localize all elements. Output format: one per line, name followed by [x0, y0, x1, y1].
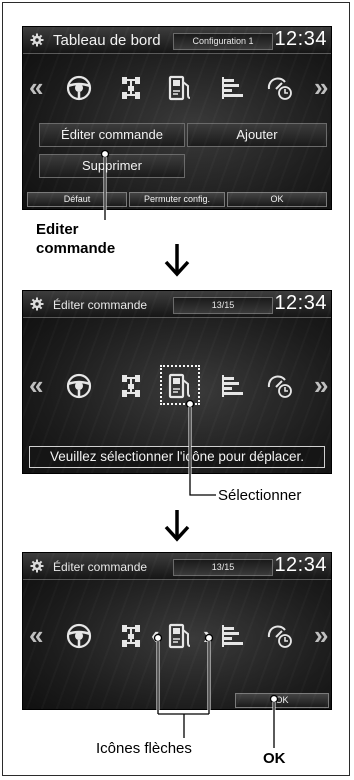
clock: 12:34 — [274, 28, 327, 50]
title-bar: Éditer commande 13/15 12:34 — [23, 291, 331, 318]
drivetrain-icon[interactable] — [117, 622, 145, 650]
bar-graph-icon[interactable] — [219, 372, 247, 400]
callout-arrow-icons: Icônes flèches — [96, 740, 192, 757]
callout-select: Sélectionner — [218, 487, 302, 504]
move-right-arrow-icon[interactable]: › — [203, 622, 212, 648]
speed-clock-icon[interactable] — [266, 622, 294, 650]
drivetrain-icon[interactable] — [117, 74, 145, 102]
steering-icon[interactable] — [65, 372, 93, 400]
title-bar: Éditer commande 13/15 12:34 — [23, 553, 331, 580]
ok-button[interactable]: OK — [227, 192, 327, 207]
delete-button[interactable]: Supprimer — [39, 154, 185, 178]
screen-title: Éditer commande — [53, 560, 148, 574]
speed-clock-icon[interactable] — [266, 372, 294, 400]
default-button[interactable]: Défaut — [27, 192, 127, 207]
bar-graph-icon[interactable] — [219, 622, 247, 650]
page-counter: 13/15 — [173, 559, 273, 576]
scroll-right-arrow-icon[interactable]: » — [314, 372, 328, 398]
callout-edit-command: Editer commande — [36, 220, 115, 258]
callout-ok: OK — [263, 750, 286, 767]
screen-title: Tableau de bord — [53, 32, 161, 49]
steering-icon[interactable] — [65, 622, 93, 650]
scroll-left-arrow-icon[interactable]: « — [29, 622, 43, 648]
callout-edit-line1: Editer — [36, 221, 79, 238]
gear-icon[interactable] — [30, 33, 44, 47]
screen-dashboard: Tableau de bord Configuration 1 12:34 « … — [22, 26, 332, 210]
fuel-pump-icon[interactable] — [166, 372, 194, 400]
edit-command-button[interactable]: Éditer commande — [39, 123, 185, 147]
icon-row: « ‹ › » — [23, 617, 331, 657]
screen-edit-select: Éditer commande 13/15 12:34 « » Veuillez… — [22, 290, 332, 474]
fuel-pump-icon[interactable] — [166, 622, 194, 650]
speed-clock-icon[interactable] — [266, 74, 294, 102]
steering-icon[interactable] — [65, 74, 93, 102]
screen-title: Éditer commande — [53, 298, 148, 312]
move-left-arrow-icon[interactable]: ‹ — [151, 622, 160, 648]
screen-edit-move: Éditer commande 13/15 12:34 « ‹ › » OK — [22, 552, 332, 710]
ok-button[interactable]: OK — [235, 693, 329, 708]
scroll-left-arrow-icon[interactable]: « — [29, 372, 43, 398]
instruction-message: Veuillez sélectionner l'icône pour dépla… — [29, 446, 325, 468]
callout-edit-line2: commande — [36, 240, 116, 257]
icon-row: « » — [23, 365, 331, 407]
title-bar: Tableau de bord Configuration 1 12:34 — [23, 27, 331, 54]
scroll-left-arrow-icon[interactable]: « — [29, 74, 43, 100]
scroll-right-arrow-icon[interactable]: » — [314, 622, 328, 648]
page-counter: 13/15 — [173, 297, 273, 314]
icon-row: « » — [23, 69, 331, 109]
clock: 12:34 — [274, 292, 327, 314]
add-button[interactable]: Ajouter — [187, 123, 327, 147]
gear-icon[interactable] — [30, 559, 44, 573]
swap-config-button[interactable]: Permuter config. — [129, 192, 225, 207]
scroll-right-arrow-icon[interactable]: » — [314, 74, 328, 100]
fuel-pump-icon[interactable] — [166, 74, 194, 102]
drivetrain-icon[interactable] — [117, 372, 145, 400]
bar-graph-icon[interactable] — [219, 74, 247, 102]
clock: 12:34 — [274, 554, 327, 576]
gear-icon[interactable] — [30, 297, 44, 311]
config-selector[interactable]: Configuration 1 — [173, 33, 273, 50]
